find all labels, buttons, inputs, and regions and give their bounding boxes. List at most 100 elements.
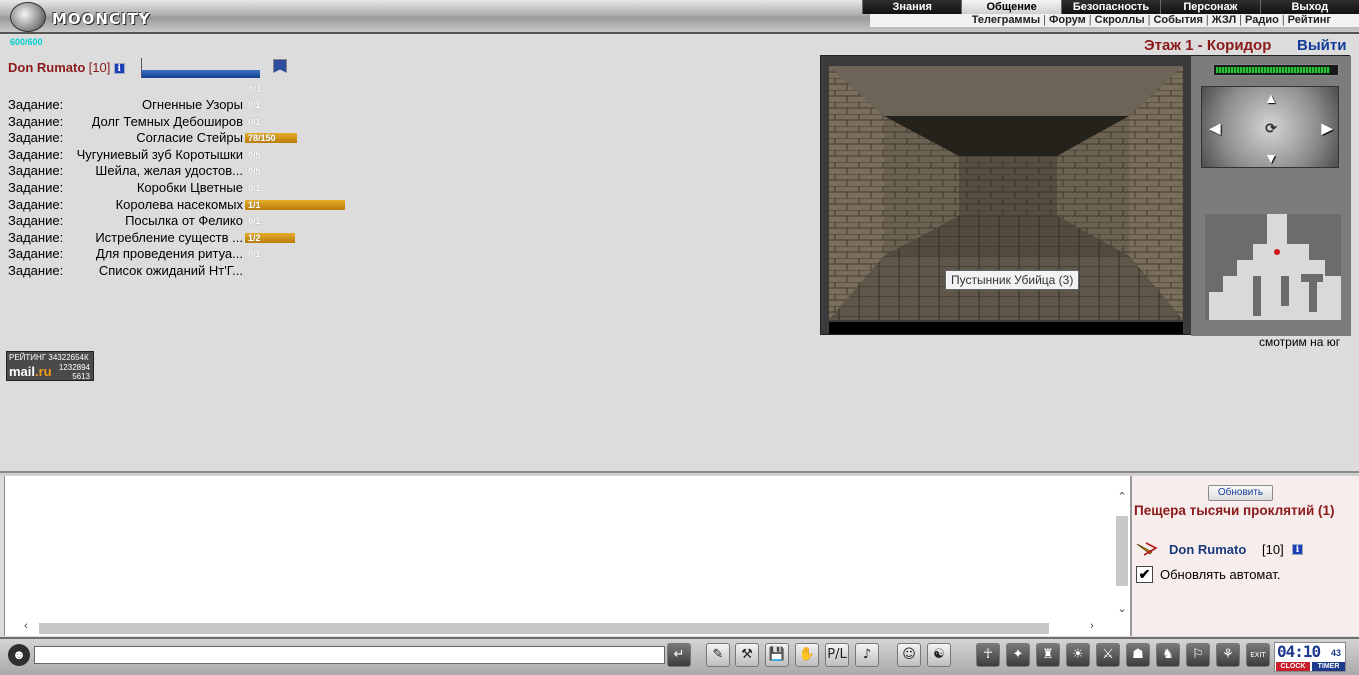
- move-forward-button[interactable]: ▲: [1262, 89, 1280, 107]
- knight-icon[interactable]: ♞: [1156, 643, 1180, 667]
- info-icon[interactable]: i: [1292, 544, 1303, 555]
- quest-label: Задание:: [8, 113, 64, 129]
- quest-progress-value: 0/1: [248, 249, 261, 260]
- edit-icon[interactable]: ✎: [706, 643, 730, 667]
- quest-name[interactable]: Королева насекомых: [116, 197, 243, 213]
- monster-tooltip[interactable]: Пустынник Убийца (3): [945, 270, 1080, 290]
- refresh-view-icon[interactable]: ⟳: [1262, 119, 1280, 137]
- submenu-forum[interactable]: Форум: [1049, 14, 1086, 26]
- send-icon[interactable]: ↵: [667, 643, 691, 667]
- experience-fill: [142, 70, 260, 78]
- compass-control: ▲ ◀ ▶ ▼ ⟳: [1201, 86, 1339, 168]
- menu-character[interactable]: Персонаж: [1160, 0, 1259, 14]
- quest-row[interactable]: Задание: Чугуниевый зуб Коротышки 0/5: [8, 147, 358, 164]
- quest-name[interactable]: Посылка от Фелико: [125, 213, 243, 229]
- clock-label[interactable]: CLOCK: [1276, 662, 1310, 671]
- chat-input[interactable]: [34, 646, 665, 664]
- quest-name[interactable]: Шейла, желая удостов...: [95, 163, 243, 179]
- exit-icon[interactable]: EXIT: [1246, 643, 1270, 667]
- turn-left-button[interactable]: ◀: [1206, 119, 1224, 137]
- yin-yang-icon[interactable]: ☯: [927, 643, 951, 667]
- character-name[interactable]: Don Rumato: [8, 60, 85, 75]
- submenu-zhzl[interactable]: ЖЗЛ: [1212, 14, 1236, 26]
- chat-speaker-icon[interactable]: ☻: [8, 644, 30, 666]
- refresh-button[interactable]: Обновить: [1208, 485, 1273, 501]
- quest-label: Задание:: [8, 229, 64, 245]
- chat-horizontal-scrollbar[interactable]: ‹ ›: [19, 620, 1109, 634]
- submenu-radio[interactable]: Радио: [1245, 14, 1279, 26]
- timer-label[interactable]: TIMER: [1312, 662, 1345, 671]
- swords-icon[interactable]: ⚔: [1096, 643, 1120, 667]
- scroll-right-icon[interactable]: ›: [1085, 620, 1099, 632]
- submenu-rating[interactable]: Рейтинг: [1288, 14, 1331, 26]
- info-icon[interactable]: i: [113, 63, 125, 75]
- player-name[interactable]: Don Rumato: [1169, 542, 1246, 557]
- submenu-telegrams[interactable]: Телеграммы: [972, 14, 1040, 26]
- move-back-button[interactable]: ▼: [1262, 149, 1280, 167]
- menu-security[interactable]: Безопасность: [1060, 0, 1160, 14]
- experience-bar: [141, 58, 262, 78]
- quest-name[interactable]: Список ожиданий Нт'Г...: [99, 263, 243, 279]
- tools-icon[interactable]: ⚒: [735, 643, 759, 667]
- submenu-events[interactable]: События: [1153, 14, 1202, 26]
- hp-text: 600/600: [10, 37, 43, 47]
- quest-row[interactable]: Задание: Шейла, желая удостов... 0/5: [8, 163, 358, 180]
- flower-icon[interactable]: ⚘: [1216, 643, 1240, 667]
- quest-row[interactable]: Задание: Посылка от Фелико 0/1: [8, 213, 358, 230]
- quest-name[interactable]: Согласие Стейры: [136, 130, 243, 146]
- auto-update-checkbox[interactable]: ✔: [1136, 566, 1153, 583]
- hand-icon[interactable]: ✋: [795, 643, 819, 667]
- quest-label: Задание:: [8, 196, 64, 212]
- pl-icon[interactable]: P/L: [825, 643, 849, 667]
- quest-row[interactable]: Задание: Согласие Стейры 78/150: [8, 130, 358, 147]
- smile-icon[interactable]: ☺: [897, 643, 921, 667]
- menu-communication[interactable]: Общение: [961, 0, 1061, 14]
- exit-link[interactable]: Выйти: [1297, 37, 1346, 54]
- auto-update-label: Обновлять автомат.: [1160, 567, 1281, 582]
- menu-exit[interactable]: Выход: [1259, 0, 1359, 14]
- quest-row[interactable]: Задание: Королева насекомых 1/1: [8, 197, 358, 214]
- quest-name[interactable]: Для проведения ритуа...: [96, 246, 243, 262]
- scroll-thumb[interactable]: [1116, 516, 1128, 586]
- quest-name[interactable]: Долг Темных Дебоширов: [92, 114, 243, 130]
- quest-row[interactable]: Задание: Огненные Узоры 0/1: [8, 97, 358, 114]
- scroll-down-icon[interactable]: ⌄: [1115, 602, 1129, 615]
- quest-progress-bar: 0/5: [245, 166, 345, 176]
- star-icon[interactable]: ✦: [1006, 643, 1030, 667]
- clock-widget[interactable]: 04:10 43 CLOCK TIMER: [1274, 642, 1346, 672]
- mail-ru-rating-badge[interactable]: РЕЙТИНГ 34322654К mail.ru 1232894 5613: [6, 351, 94, 381]
- house-icon[interactable]: ☗: [1126, 643, 1150, 667]
- menu-knowledge[interactable]: Знания: [862, 0, 961, 14]
- quest-row[interactable]: Задание: Истребление существ ... 1/2: [8, 230, 358, 247]
- music-icon[interactable]: ♪: [855, 643, 879, 667]
- quest-row[interactable]: Задание: Коробки Цветные 0/1: [8, 180, 358, 197]
- quest-progress-value: 0/1: [248, 182, 261, 193]
- mooncity-logo[interactable]: MOONCITY: [4, 2, 154, 32]
- sun-icon[interactable]: ☀: [1066, 643, 1090, 667]
- tower-icon[interactable]: ♜: [1036, 643, 1060, 667]
- clan-flag-icon[interactable]: [273, 59, 287, 73]
- save-icon[interactable]: 💾: [765, 643, 789, 667]
- scroll-up-icon[interactable]: ⌃: [1115, 490, 1129, 503]
- quest-progress-bar: 0/1: [245, 117, 345, 127]
- submenu-scrolls[interactable]: Скроллы: [1095, 14, 1145, 26]
- turn-right-button[interactable]: ▶: [1318, 119, 1336, 137]
- quest-row[interactable]: Задание: Долг Темных Дебоширов 0/1: [8, 114, 358, 131]
- quest-name[interactable]: Истребление существ ...: [95, 230, 243, 246]
- quest-name[interactable]: Чугуниевый зуб Коротышки: [77, 147, 243, 163]
- quest-row[interactable]: Задание: Список ожиданий Нт'Г...: [8, 263, 358, 280]
- attack-icon[interactable]: [1136, 542, 1158, 556]
- chat-vertical-scrollbar[interactable]: ⌃ ⌄: [1115, 490, 1129, 616]
- quest-progress-bar: 0/1: [245, 249, 345, 259]
- ankh-icon[interactable]: ☥: [976, 643, 1000, 667]
- scroll-thumb[interactable]: [39, 623, 1049, 634]
- quest-name[interactable]: Огненные Узоры: [142, 97, 243, 113]
- quest-name[interactable]: Коробки Цветные: [137, 180, 243, 196]
- chat-log[interactable]: ⌃ ⌄ ‹ ›: [4, 476, 1130, 636]
- player-level: [10]: [1262, 542, 1284, 557]
- quest-row[interactable]: Задание: Для проведения ритуа... 0/1: [8, 246, 358, 263]
- scroll-left-icon[interactable]: ‹: [19, 620, 33, 632]
- quest-progress-bar: 78/150: [245, 133, 345, 144]
- quest-progress-value: 0/5: [248, 166, 261, 177]
- flag-icon[interactable]: ⚐: [1186, 643, 1210, 667]
